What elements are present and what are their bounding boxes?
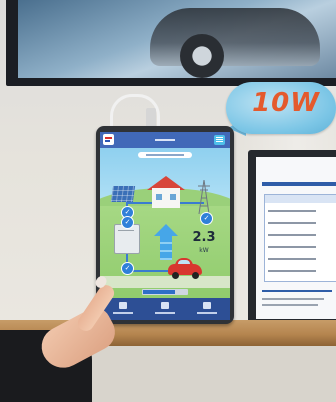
sign-table-row <box>268 222 316 224</box>
house-window <box>170 194 176 200</box>
status-text <box>146 154 184 156</box>
nav-item-home[interactable] <box>108 300 138 318</box>
sign-heading-line <box>262 182 336 186</box>
nav-item-label <box>197 312 217 314</box>
car-wheel <box>172 272 179 279</box>
sign-footnote-line <box>262 290 332 292</box>
poster-wheel-image <box>180 34 224 78</box>
sign-table-row <box>268 210 316 212</box>
power-value: 2.3 <box>192 230 216 245</box>
car-node-icon: ✓ <box>121 262 134 275</box>
battery-detail <box>118 230 134 231</box>
power-unit: kW <box>199 247 209 254</box>
app-logo-mark <box>105 140 110 142</box>
menu-icon[interactable] <box>214 135 225 145</box>
nav-item-history[interactable] <box>150 300 180 318</box>
car-wheel <box>192 272 199 279</box>
road-strip <box>100 276 230 288</box>
app-title <box>155 139 175 141</box>
sign-table-row <box>268 270 316 272</box>
home-icon <box>119 302 127 309</box>
sign-table-row <box>268 258 316 260</box>
charge-progress-fill <box>143 290 175 294</box>
power-pylon-icon <box>198 180 210 214</box>
flow-arrow-stem <box>160 236 172 260</box>
house-window <box>156 194 162 200</box>
battery-node-icon: ✓ <box>121 216 134 229</box>
nav-item-label <box>155 312 175 314</box>
nav-item-label <box>113 312 133 314</box>
settings-icon <box>203 302 211 309</box>
flow-arrow-up-icon <box>154 224 178 236</box>
history-icon <box>161 302 169 309</box>
sign-table <box>264 194 336 282</box>
tablet-screen[interactable]: ✓ ✓ ✓ 2.3 kW ✓ <box>100 132 230 320</box>
sign-table-header <box>265 195 336 203</box>
sign-table-row <box>268 234 316 236</box>
solar-panel-icon <box>110 186 136 202</box>
grid-node-icon: ✓ <box>200 212 213 225</box>
sign-footnote-line <box>262 304 318 306</box>
app-logo-mark <box>105 137 112 139</box>
power-draw-label: 10W <box>252 88 320 118</box>
sign-table-row <box>268 246 316 248</box>
sign-footnote-line <box>262 298 324 300</box>
poster-car-image <box>150 8 320 66</box>
nav-item-settings[interactable] <box>192 300 222 318</box>
